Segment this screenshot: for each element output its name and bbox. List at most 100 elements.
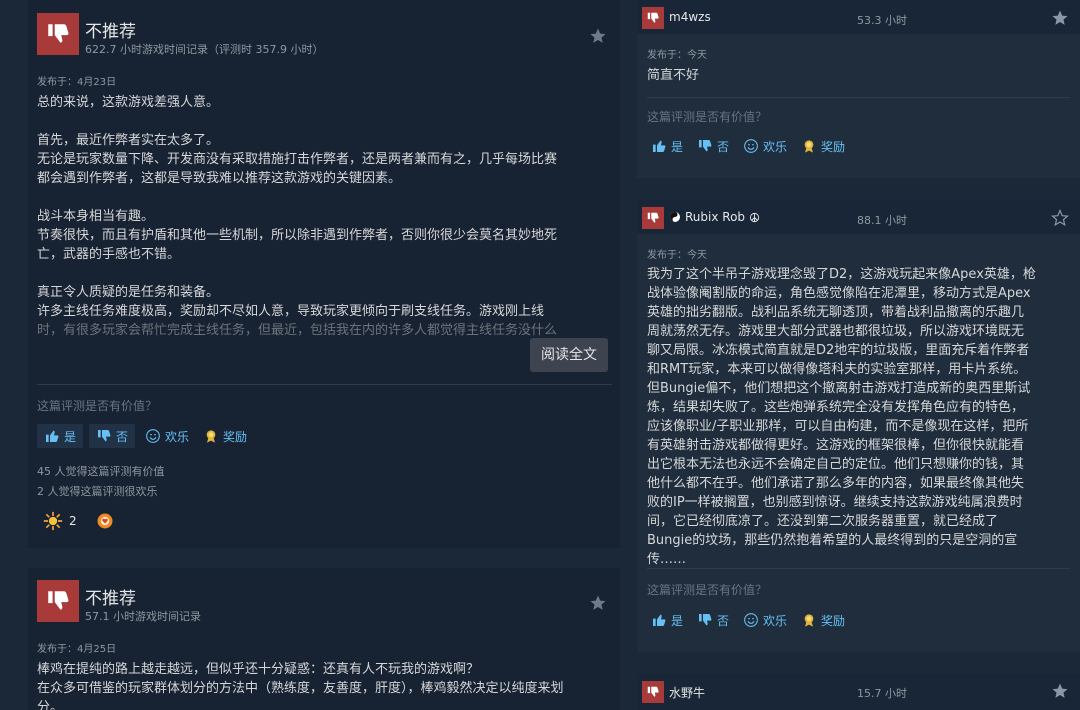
vote-funny-label: 欢乐: [763, 139, 788, 154]
review-posted-date: 发布于：今天: [647, 250, 707, 261]
review-card: 水野牛 15.7 小时: [637, 674, 1080, 710]
review-line: 分。: [37, 700, 64, 710]
vote-no-label: 否: [116, 429, 129, 444]
review-line: 简直不好: [647, 68, 700, 83]
vote-yes-label: 是: [64, 429, 77, 444]
award-button[interactable]: 奖励: [797, 608, 849, 632]
thumbs-up-icon: [653, 140, 666, 152]
helpful-question: 这篇评测是否有价值？: [647, 583, 768, 597]
divider: [647, 97, 1070, 98]
review-line: 传……: [647, 552, 687, 567]
review-verdict: 不推荐: [85, 589, 136, 609]
review-line: 败的IP一样被搁置，也别感到惊讶。继续支持这款游戏纯属浪费时: [647, 495, 1023, 510]
review-body: 简直不好: [647, 66, 1067, 85]
smiley-icon: [146, 429, 160, 443]
award-item[interactable]: [95, 511, 115, 531]
vote-buttons: 是 否 欢乐 奖励: [647, 134, 849, 158]
vote-funny-button[interactable]: 欢乐: [739, 134, 791, 158]
divider: [647, 568, 1070, 569]
thumbs-down-icon: [37, 580, 79, 622]
vote-yes-button[interactable]: 是: [647, 608, 687, 632]
award-star-icon[interactable]: [1051, 209, 1069, 227]
review-line: 总的来说，这款游戏差强人意。: [37, 95, 220, 110]
review-card: 不推荐 57.1 小时游戏时间记录 发布于：4月25日 棒鸡在提纯的路上越走越远…: [28, 568, 620, 710]
award-count: 2: [69, 514, 77, 528]
thumbs-down-icon: [699, 614, 712, 626]
award-star-icon[interactable]: [1051, 9, 1069, 27]
review-hours: 53.3 小时: [857, 14, 907, 27]
vote-no-label: 否: [717, 139, 730, 154]
review-body: 棒鸡在提纯的路上越走越远，但似乎还十分疑惑：还真有人不玩我的游戏啊？ 在众多可借…: [37, 660, 612, 710]
review-verdict: 不推荐: [85, 22, 136, 42]
vote-buttons: 是 否 欢乐 奖励: [647, 608, 849, 632]
vote-yes-button[interactable]: 是: [37, 424, 84, 448]
vote-yes-label: 是: [671, 139, 684, 154]
thumbs-up-icon: [653, 614, 666, 626]
review-line: Bungie的坟场，那些仍然抱着希望的人最终得到的只是空洞的宣: [647, 533, 1018, 548]
review-line: 但Bungie偏不，他们想把这个撤离射击游戏打造成新的奥西里斯试: [647, 381, 1031, 396]
review-line: 战斗本身相当有趣。: [37, 209, 155, 224]
vote-yes-button[interactable]: 是: [647, 134, 687, 158]
review-line: 时，有很多玩家会帮忙完成主线任务，但最近，包括我在内的许多人都觉得主线任务没什么: [37, 323, 558, 338]
thumbs-down-icon: [642, 7, 664, 29]
review-line: 英雄的拙劣翻版。战利品系统无聊透顶，带着战利品撤离的乐趣几: [647, 305, 1025, 320]
thumbs-up-icon: [46, 430, 59, 442]
thumbs-down-icon: [642, 207, 664, 229]
vote-buttons: 是 否 欢乐 奖励: [37, 424, 251, 448]
reviewer-name-text: Rubix Rob: [685, 210, 746, 224]
review-line: 他什么都不在乎。他们承诺了那么多年的内容，如果最终像其他失: [647, 476, 1025, 491]
review-posted-date: 发布于：今天: [647, 50, 707, 61]
vote-no-label: 否: [717, 613, 730, 628]
received-awards: 2: [43, 511, 115, 531]
review-hours: 88.1 小时: [857, 214, 907, 227]
vote-funny-button[interactable]: 欢乐: [739, 608, 791, 632]
award-label: 奖励: [821, 139, 846, 154]
vote-no-button[interactable]: 否: [89, 424, 136, 448]
thumbs-down-icon: [642, 681, 664, 703]
vote-no-button[interactable]: 否: [693, 134, 733, 158]
award-star-icon[interactable]: [589, 594, 607, 612]
review-card: m4wzs 53.3 小时 发布于：今天 简直不好 这篇评测是否有价值？ 是 否…: [637, 0, 1080, 178]
award-item[interactable]: 2: [43, 511, 77, 531]
review-line: 真正令人质疑的是任务和装备。: [37, 285, 220, 300]
award-star-icon[interactable]: [1051, 682, 1069, 700]
review-line: 无论是玩家数量下降、开发商没有采取措施打击作弊者，还是两者兼而有之，几乎每场比赛: [37, 152, 558, 167]
review-line: 首先，最近作弊者实在太多了。: [37, 133, 220, 148]
award-label: 奖励: [821, 613, 846, 628]
review-line: 亡，武器的手感也不错。: [37, 247, 181, 262]
award-button[interactable]: 奖励: [797, 134, 849, 158]
reviewer-name[interactable]: m4wzs: [669, 10, 711, 24]
review-line: 我为了这个半吊子游戏理念毁了D2，这游戏玩起来像Apex英雄，枪: [647, 267, 1036, 282]
reviewer-name[interactable]: 水野牛: [669, 684, 705, 701]
helpful-question: 这篇评测是否有价值？: [37, 399, 158, 413]
vote-funny-label: 欢乐: [763, 613, 788, 628]
review-body: 总的来说，这款游戏差强人意。 首先，最近作弊者实在太多了。 无论是玩家数量下降、…: [37, 93, 612, 340]
funny-count: 2 人觉得这篇评测很欢乐: [37, 485, 158, 498]
review-line: 都会遇到作弊者，这都是导致我难以推荐这款游戏的关键因素。: [37, 171, 402, 186]
read-more-button[interactable]: 阅读全文: [530, 338, 608, 372]
review-line: 在众多可借鉴的玩家群体划分的方法中（熟练度，友善度，肝度），棒鸡毅然决定以纯度来…: [37, 681, 564, 696]
reviewer-name[interactable]: Rubix Rob: [669, 210, 760, 224]
review-line: 节奏很快，而且有护盾和其他一些机制，所以除非遇到作弊者，否则你很少会莫名其妙地死: [37, 228, 558, 243]
helpful-count: 45 人觉得这篇评测有价值: [37, 465, 165, 478]
vote-funny-button[interactable]: 欢乐: [141, 424, 193, 448]
thumbs-down-icon: [98, 430, 111, 442]
heart-award-icon: [97, 513, 113, 529]
thumbs-down-icon: [699, 140, 712, 152]
review-playtime: 57.1 小时游戏时间记录: [85, 610, 201, 623]
award-label: 奖励: [223, 429, 248, 444]
award-medal-icon: [804, 614, 814, 627]
award-medal-icon: [206, 430, 216, 443]
vote-no-button[interactable]: 否: [693, 608, 733, 632]
review-line: 有英雄射击游戏都做得更好。这游戏的框架很棒，但你很快就能看: [647, 438, 1025, 453]
thumbs-down-icon: [37, 13, 79, 55]
smiley-icon: [744, 139, 758, 153]
award-button[interactable]: 奖励: [199, 424, 251, 448]
vote-funny-label: 欢乐: [165, 429, 190, 444]
peace-icon: [749, 212, 760, 222]
review-line: 许多主线任务难度极高，奖励却不尽如人意，导致玩家更倾向于刷支线任务。游戏刚上线: [37, 304, 545, 319]
helpful-question: 这篇评测是否有价值？: [647, 110, 768, 124]
review-line: 间，它已经彻底凉了。还没到第二次服务器重置，就已经成了: [647, 514, 999, 529]
review-line: 和RMT玩家，本来可以做得像塔科夫的实验室那样，用卡片系统。: [647, 362, 1027, 377]
award-star-icon[interactable]: [589, 27, 607, 45]
